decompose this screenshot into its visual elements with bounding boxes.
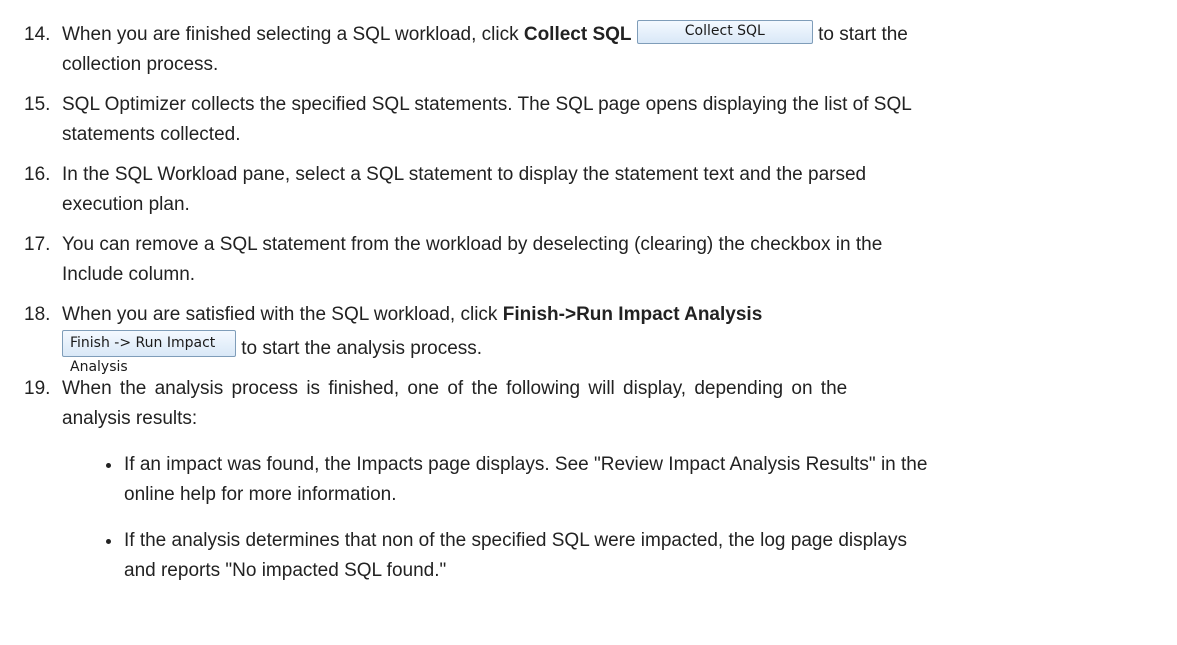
bullet-icon xyxy=(106,463,111,468)
step-bold-text: Collect SQL xyxy=(523,24,632,45)
step-body: When you are satisfied with the SQL work… xyxy=(62,300,1122,375)
collect-sql-button[interactable]: Collect SQL xyxy=(636,19,813,44)
step-number: 14. xyxy=(24,24,51,45)
step-line: execution plan. xyxy=(62,194,190,215)
step-body: When you are finished selecting a SQL wo… xyxy=(62,19,1122,80)
step-line: SQL Optimizer collects the specified SQL… xyxy=(62,94,912,115)
step-text: When you are finished selecting a SQL wo… xyxy=(62,24,524,45)
step-line: Include column. xyxy=(62,264,196,285)
step-bold-text: Finish->Run Impact Analysis xyxy=(502,304,763,325)
step-text: to start the analysis process. xyxy=(236,338,483,359)
bullet-line: online help for more information. xyxy=(124,484,397,505)
step-number: 17. xyxy=(24,234,51,255)
step-body: SQL Optimizer collects the specified SQL… xyxy=(62,90,1122,150)
step-body: You can remove a SQL statement from the … xyxy=(62,230,1122,290)
bullet-line: If an impact was found, the Impacts page… xyxy=(124,454,928,475)
step-line: In the SQL Workload pane, select a SQL s… xyxy=(62,164,867,185)
step-body: In the SQL Workload pane, select a SQL s… xyxy=(62,160,1122,220)
step-text: When you are satisfied with the SQL work… xyxy=(62,304,503,325)
step-line: When you are satisfied with the SQL work… xyxy=(62,300,1122,330)
step-line: statements collected. xyxy=(62,124,241,145)
step-line: collection process. xyxy=(62,54,219,75)
step-line: You can remove a SQL statement from the … xyxy=(62,234,883,255)
step-line: analysis results: xyxy=(62,408,198,429)
step-line: When the analysis process is finished, o… xyxy=(62,378,848,399)
step-number: 18. xyxy=(24,304,51,325)
bullet-body: If an impact was found, the Impacts page… xyxy=(124,450,1139,510)
step-number: 15. xyxy=(24,94,51,115)
step-line: Finish -> Run Impact Analysis to start t… xyxy=(62,330,1122,375)
step-line: When you are finished selecting a SQL wo… xyxy=(62,19,1122,50)
step-text: to start the xyxy=(812,24,908,45)
bullet-line: and reports "No impacted SQL found." xyxy=(124,560,447,581)
step-body: When the analysis process is finished, o… xyxy=(62,374,1122,434)
finish-run-impact-analysis-button[interactable]: Finish -> Run Impact Analysis xyxy=(62,330,236,375)
bullet-icon xyxy=(106,539,111,544)
bullet-line: If the analysis determines that non of t… xyxy=(124,530,907,551)
step-number: 16. xyxy=(24,164,51,185)
bullet-body: If the analysis determines that non of t… xyxy=(124,526,1139,586)
step-number: 19. xyxy=(24,378,51,399)
